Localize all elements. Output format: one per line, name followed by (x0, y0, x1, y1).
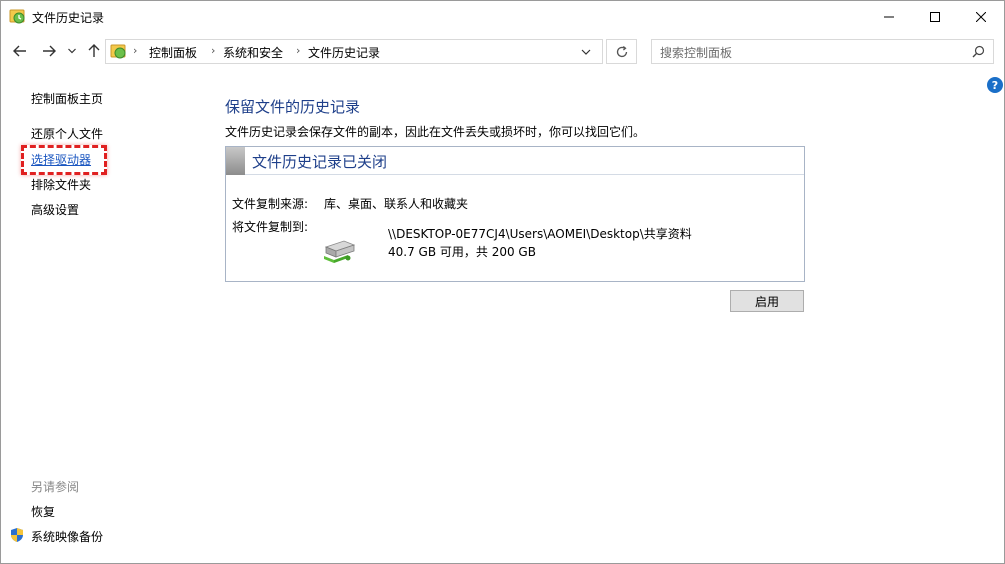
close-button[interactable] (958, 1, 1004, 32)
copy-from-value: 库、桌面、联系人和收藏夹 (324, 197, 469, 211)
sidebar-item-exclude-folders[interactable]: 排除文件夹 (31, 176, 91, 193)
file-history-app-icon (9, 8, 26, 25)
help-icon[interactable]: ? (987, 77, 1003, 93)
see-also-system-image-backup-link[interactable]: 系统映像备份 (31, 528, 103, 545)
status-title: 文件历史记录已关闭 (252, 153, 388, 171)
network-drive-icon (322, 233, 356, 267)
chevron-down-icon (68, 48, 76, 54)
maximize-icon (930, 11, 940, 22)
chevron-down-icon (581, 49, 591, 55)
drive-space: 40.7 GB 可用，共 200 GB (388, 245, 536, 259)
drive-path: \\DESKTOP-0E77CJ4\Users\AOMEI\Desktop\共享… (388, 227, 692, 241)
minimize-icon (884, 16, 894, 17)
file-history-window: 文件历史记录 › 控制面板 › 系统和安全 › 文件历史记录 搜索控制面板 ? … (0, 0, 1005, 564)
window-title: 文件历史记录 (32, 11, 105, 25)
breadcrumb-separator: › (296, 44, 301, 57)
sidebar-item-restore-personal-files[interactable]: 还原个人文件 (31, 125, 103, 142)
up-button[interactable] (84, 41, 104, 61)
search-input[interactable]: 搜索控制面板 (651, 39, 994, 64)
breadcrumb-control-panel[interactable]: 控制面板 (149, 44, 197, 61)
enable-button[interactable]: 启用 (730, 290, 804, 312)
back-button[interactable] (10, 41, 30, 61)
page-title: 保留文件的历史记录 (225, 98, 361, 116)
title-bar: 文件历史记录 (1, 1, 1004, 32)
refresh-icon (616, 45, 627, 57)
page-description: 文件历史记录会保存文件的副本，因此在文件丢失或损坏时，你可以找回它们。 (225, 125, 646, 139)
status-panel-header: 文件历史记录已关闭 (226, 147, 804, 175)
copy-from-label: 文件复制来源: (232, 197, 309, 211)
breadcrumb-system-security[interactable]: 系统和安全 (223, 44, 283, 61)
sidebar-item-control-panel-home[interactable]: 控制面板主页 (31, 90, 103, 107)
address-dropdown-button[interactable] (580, 46, 592, 58)
refresh-button[interactable] (606, 39, 637, 64)
close-icon (976, 11, 986, 22)
minimize-button[interactable] (866, 1, 912, 32)
navigation-bar: › 控制面板 › 系统和安全 › 文件历史记录 搜索控制面板 (1, 32, 1004, 72)
arrow-up-icon (88, 44, 100, 57)
search-placeholder: 搜索控制面板 (660, 46, 733, 60)
control-panel-icon (110, 43, 127, 60)
copy-to-label: 将文件复制到: (232, 220, 309, 234)
status-indicator (226, 147, 245, 175)
shield-icon (9, 527, 25, 543)
recent-locations-button[interactable] (62, 41, 82, 61)
see-also-heading: 另请参阅 (31, 480, 80, 494)
see-also-recovery-link[interactable]: 恢复 (31, 503, 55, 520)
highlight-annotation (21, 145, 107, 175)
search-icon[interactable] (972, 45, 985, 61)
arrow-right-icon (43, 45, 56, 57)
breadcrumb-file-history[interactable]: 文件历史记录 (308, 44, 380, 61)
forward-button[interactable] (39, 41, 59, 61)
maximize-button[interactable] (912, 1, 958, 32)
address-bar[interactable]: › 控制面板 › 系统和安全 › 文件历史记录 (105, 39, 603, 64)
sidebar-item-advanced-settings[interactable]: 高级设置 (31, 201, 79, 218)
status-panel: 文件历史记录已关闭 文件复制来源: 库、桌面、联系人和收藏夹 将文件复制到: \… (225, 146, 805, 282)
breadcrumb-separator: › (211, 44, 216, 57)
arrow-left-icon (13, 45, 26, 57)
breadcrumb-separator: › (133, 44, 138, 57)
